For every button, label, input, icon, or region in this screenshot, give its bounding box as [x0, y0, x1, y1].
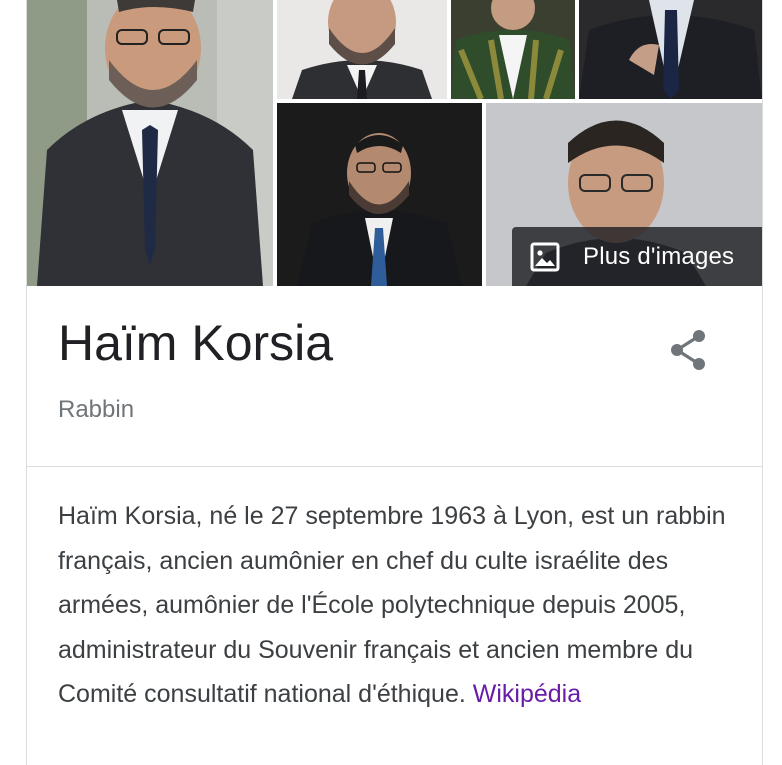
photo-5[interactable]: [277, 103, 482, 286]
entity-description: Haïm Korsia, né le 27 septembre 1963 à L…: [58, 494, 738, 717]
description-text: Haïm Korsia, né le 27 septembre 1963 à L…: [58, 502, 726, 708]
knowledge-panel: Plus d'images Haïm Korsia Rabbin Haïm Ko…: [26, 0, 763, 765]
photo-2[interactable]: [277, 0, 447, 99]
wikipedia-link[interactable]: Wikipédia: [473, 680, 581, 708]
entity-subtitle: Rabbin: [58, 396, 135, 423]
more-images-label: Plus d'images: [583, 242, 735, 270]
image-gallery: Plus d'images: [27, 0, 762, 286]
photo-main[interactable]: [27, 0, 273, 286]
share-icon[interactable]: [668, 328, 710, 372]
image-icon: [530, 242, 560, 271]
entity-header: Haïm Korsia Rabbin: [27, 286, 762, 467]
more-images-button[interactable]: Plus d'images: [512, 227, 762, 286]
photo-4[interactable]: [579, 0, 762, 99]
photo-3[interactable]: [451, 0, 575, 99]
entity-title: Haïm Korsia: [58, 315, 334, 371]
